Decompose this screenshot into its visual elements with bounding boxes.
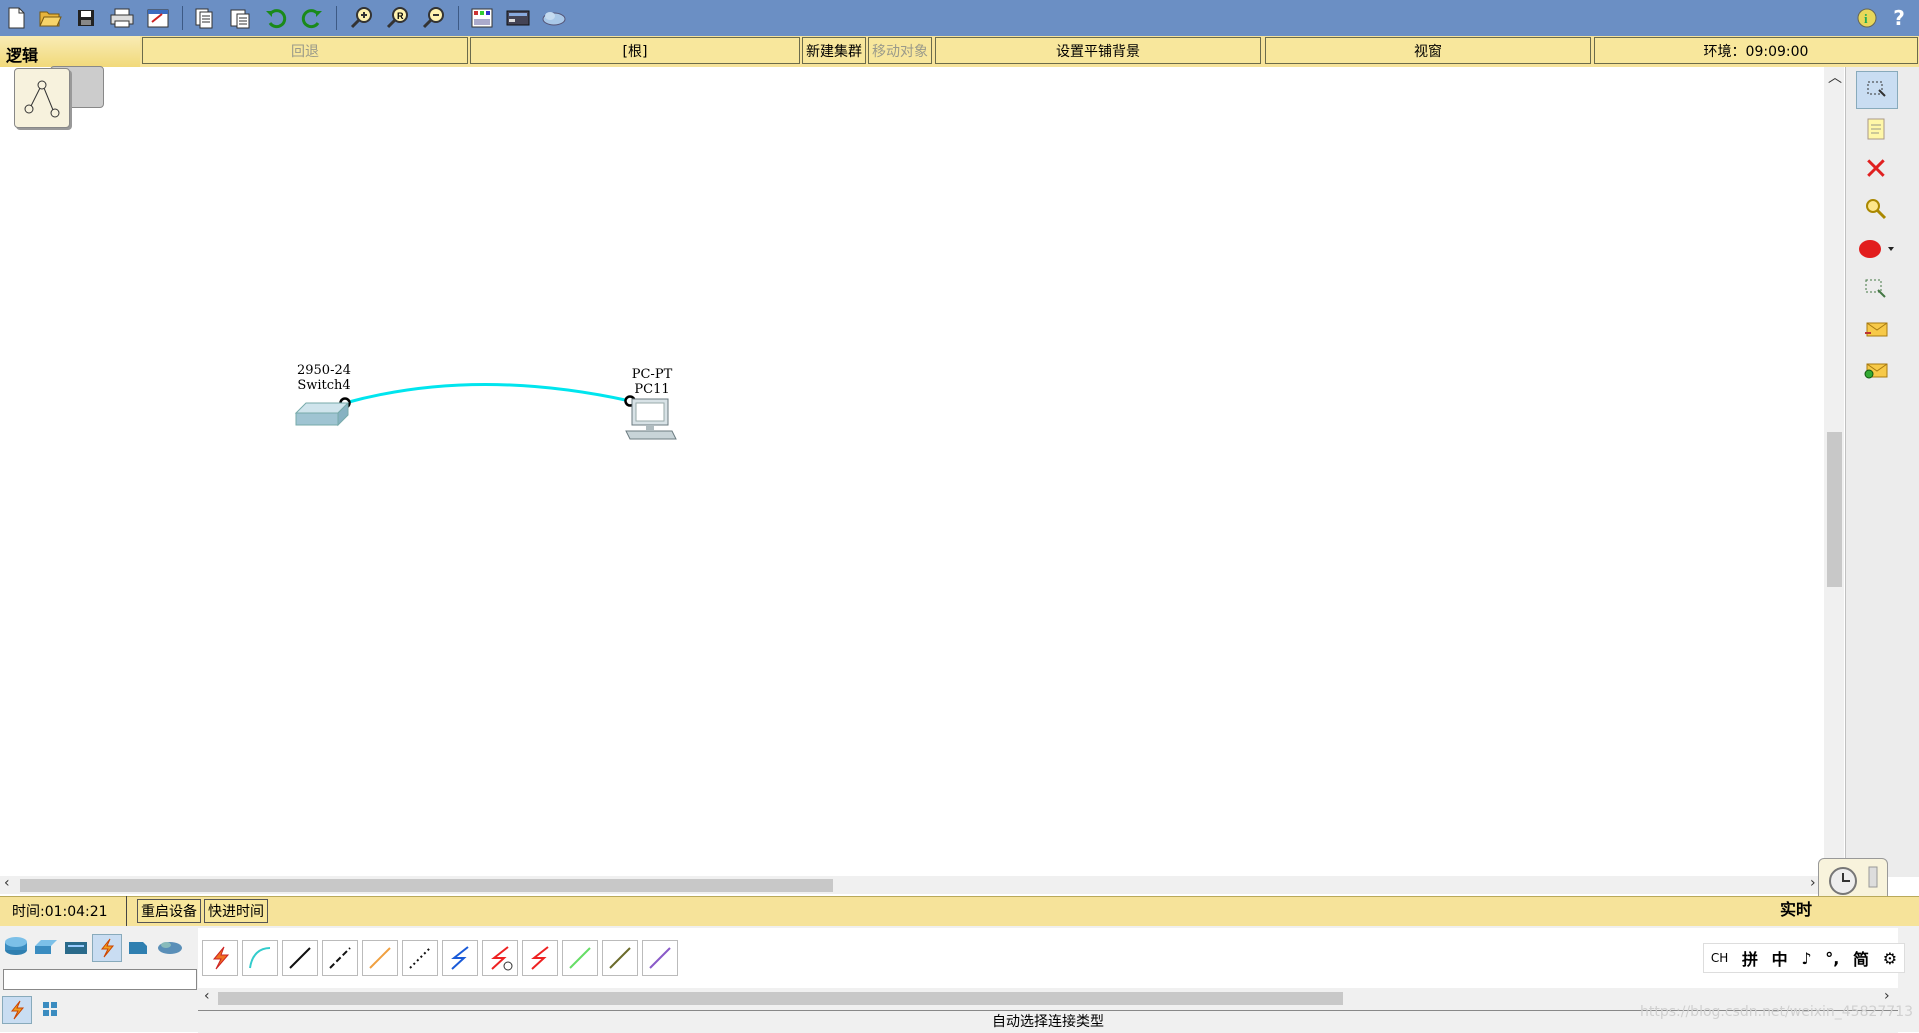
ime-pinyin[interactable]: 拼 (1742, 946, 1758, 970)
time-status-bar (0, 896, 1919, 928)
add-simple-pdu-icon[interactable] (1856, 311, 1896, 347)
back-button[interactable]: 回退 (142, 37, 468, 64)
coaxial-cable-icon[interactable] (442, 940, 478, 976)
print-icon[interactable] (108, 4, 136, 32)
ime-chinese-mode[interactable]: 中 (1772, 946, 1788, 970)
hubs-category-icon[interactable] (62, 934, 90, 960)
scroll-up-arrow[interactable]: ︿ (1828, 67, 1842, 87)
pc-model: PC-PT (631, 367, 673, 382)
set-tiled-background-button[interactable]: 设置平铺背景 (935, 37, 1261, 64)
custom-device-icon[interactable] (504, 4, 532, 32)
scroll-left-arrow[interactable]: ‹ (4, 875, 10, 891)
activity-wizard-icon[interactable] (144, 4, 172, 32)
ime-settings-icon[interactable]: ⚙ (1883, 949, 1897, 968)
power-cycle-devices-button[interactable]: 重启设备 (137, 899, 201, 923)
iot-custom-cable-icon[interactable] (602, 940, 638, 976)
pc-icon[interactable] (625, 398, 677, 440)
copper-cross-over-icon[interactable] (322, 940, 358, 976)
new-cluster-button[interactable]: 新建集群 (802, 37, 866, 64)
toolbar-separator (336, 6, 337, 30)
save-icon[interactable] (72, 4, 100, 32)
select-tool-icon[interactable] (1856, 71, 1898, 109)
serial-dte-icon[interactable] (522, 940, 558, 976)
end-devices-category-icon[interactable] (124, 934, 152, 960)
copy-icon[interactable] (190, 4, 218, 32)
environment-button[interactable]: 环境：09:09:00 (1594, 37, 1918, 64)
switch-icon[interactable] (294, 401, 350, 427)
cluster-cloud-icon[interactable] (540, 4, 568, 32)
undo-icon[interactable] (262, 4, 290, 32)
horizontal-scrollbar[interactable]: ‹ › (0, 875, 1824, 894)
usb-cable-icon[interactable] (642, 940, 678, 976)
delete-tool-icon[interactable]: ✕ (1856, 151, 1896, 187)
inspect-tool-icon[interactable] (1856, 191, 1896, 227)
switch-name: Switch4 (297, 378, 351, 393)
root-button[interactable]: [根] (470, 37, 800, 64)
topology-svg (294, 383, 677, 440)
grid-view-icon[interactable] (36, 996, 64, 1022)
fast-forward-time-button[interactable]: 快进时间 (204, 899, 268, 923)
ime-toolbar: CH 拼 中 ♪ °, 简 ⚙ (1703, 943, 1905, 973)
copper-straight-through-icon[interactable] (282, 940, 318, 976)
open-folder-icon[interactable] (36, 4, 64, 32)
pc-name: PC11 (634, 382, 670, 397)
cable-scroll-thumb[interactable] (218, 992, 1343, 1005)
paste-icon[interactable] (226, 4, 254, 32)
ime-moon-icon[interactable]: ♪ (1801, 949, 1811, 968)
zoom-in-icon[interactable] (348, 4, 376, 32)
vertical-scroll-thumb[interactable] (1827, 432, 1842, 587)
move-object-button[interactable]: 移动对象 (868, 37, 932, 64)
redo-icon[interactable] (298, 4, 326, 32)
switch-model: 2950-24 (296, 363, 352, 378)
toolbar-separator (182, 6, 183, 30)
cable-scroll-right-arrow[interactable]: › (1884, 988, 1890, 1004)
realtime-mode-tab[interactable]: 实时 (1780, 896, 1812, 920)
cable-scroll-left-arrow[interactable]: ‹ (204, 988, 210, 1004)
switches-category-icon[interactable] (32, 934, 60, 960)
note-tool-icon[interactable] (1856, 111, 1896, 147)
serial-dce-icon[interactable] (482, 940, 518, 976)
viewport-button[interactable]: 视窗 (1265, 37, 1591, 64)
ime-simplified[interactable]: 简 (1853, 946, 1869, 970)
pc-label[interactable]: PC-PT PC11 (612, 367, 692, 397)
watermark: https://blog.csdn.net/weixin_45827713 (1640, 1004, 1914, 1020)
info-icon[interactable]: i (1853, 4, 1881, 32)
drawing-palette-icon[interactable] (468, 4, 496, 32)
switch-label[interactable]: 2950-24 Switch4 (284, 363, 364, 393)
connections-category-icon[interactable] (92, 934, 122, 962)
ime-language[interactable]: CH (1711, 951, 1728, 965)
logical-tab-label: 逻辑 (6, 46, 39, 65)
fiber-cable-icon[interactable] (362, 940, 398, 976)
octal-cable-icon[interactable] (562, 940, 598, 976)
vertical-scrollbar[interactable]: ︿ (1824, 67, 1844, 877)
device-search-box[interactable] (3, 969, 197, 990)
draw-shape-tool-icon[interactable] (1856, 231, 1896, 267)
phone-cable-icon[interactable] (402, 940, 438, 976)
logical-tab[interactable]: 逻辑 (0, 36, 140, 67)
add-complex-pdu-icon[interactable] (1856, 351, 1896, 387)
zoom-out-icon[interactable] (420, 4, 448, 32)
wan-emulation-category-icon[interactable] (156, 934, 184, 960)
logical-view-navigator-icon[interactable] (14, 68, 70, 128)
time-display: 时间:01:04:21 (12, 904, 108, 920)
svg-text:i: i (1864, 11, 1868, 26)
logical-workspace-canvas[interactable] (0, 67, 1845, 877)
scroll-right-arrow[interactable]: › (1810, 875, 1816, 891)
horizontal-scroll-thumb[interactable] (20, 879, 833, 892)
routers-category-icon[interactable] (2, 934, 30, 960)
auto-cable-icon[interactable] (202, 940, 238, 976)
resize-tool-icon[interactable] (1856, 271, 1896, 307)
new-file-icon[interactable] (2, 4, 30, 32)
status-divider (126, 896, 127, 926)
zoom-reset-icon[interactable]: R (384, 4, 412, 32)
toolbar-separator (458, 6, 459, 30)
connections-subcategory-icon[interactable] (2, 996, 32, 1024)
console-cable-icon[interactable] (242, 940, 278, 976)
ime-punctuation[interactable]: °, (1825, 949, 1839, 968)
svg-text:R: R (397, 11, 404, 21)
common-tools-panel: ✕ (1845, 67, 1919, 877)
connection-link[interactable] (344, 383, 631, 405)
help-icon[interactable]: ? (1885, 4, 1913, 32)
